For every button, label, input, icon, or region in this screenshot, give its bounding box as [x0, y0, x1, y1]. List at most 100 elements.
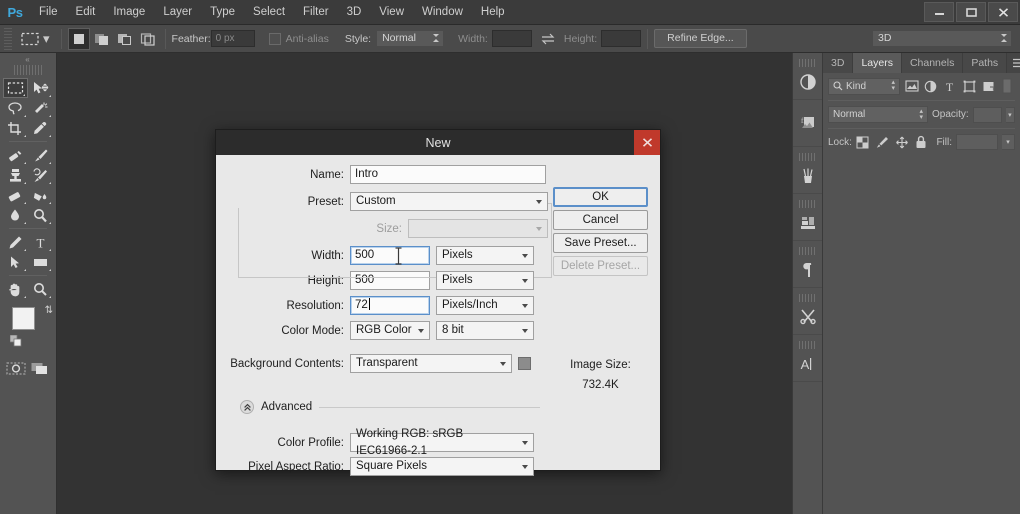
menu-select[interactable]: Select [244, 0, 294, 25]
options-bar-grip[interactable] [4, 28, 12, 50]
new-selection-button[interactable] [68, 28, 90, 50]
lock-all-icon[interactable] [915, 135, 927, 149]
opacity-slider-button[interactable]: ▾ [1006, 107, 1015, 123]
foreground-color-swatch[interactable] [12, 307, 35, 330]
dock-tool-presets[interactable] [793, 288, 822, 335]
menu-type[interactable]: Type [201, 0, 244, 25]
fill-slider-button[interactable]: ▾ [1002, 134, 1015, 150]
blend-mode-select[interactable]: Normal ▴▾ [828, 106, 928, 123]
tool-pen[interactable] [3, 232, 28, 252]
tool-quick-selection[interactable] [28, 98, 53, 118]
close-button[interactable] [988, 2, 1018, 22]
resolution-unit-select[interactable]: Pixels/Inch [436, 296, 534, 315]
filter-smart-objects-button[interactable] [981, 77, 996, 95]
workspace-select[interactable]: 3D [872, 30, 1012, 47]
tab-channels[interactable]: Channels [902, 53, 963, 73]
tool-clone-stamp[interactable] [3, 165, 28, 185]
tool-blur[interactable] [3, 205, 28, 225]
width-unit-select[interactable]: Pixels [436, 246, 534, 265]
color-mode-select[interactable]: RGB Color [350, 321, 430, 340]
resolution-input[interactable]: 72 [350, 296, 430, 315]
swap-arrows-icon[interactable] [540, 32, 556, 46]
tool-horizontal-type[interactable]: T [28, 232, 53, 252]
tab-layers[interactable]: Layers [853, 53, 902, 73]
tool-zoom[interactable] [28, 279, 53, 299]
active-tool-preset-picker[interactable]: ▾ [15, 27, 55, 51]
swap-colors-icon[interactable]: ⇅ [45, 305, 53, 316]
menu-view[interactable]: View [370, 0, 413, 25]
dock-paragraph[interactable] [793, 241, 822, 288]
menu-filter[interactable]: Filter [294, 0, 338, 25]
filter-shape-layers-button[interactable] [962, 77, 977, 95]
selection-width-input[interactable] [492, 30, 532, 47]
opacity-input[interactable] [973, 107, 1002, 123]
menu-file[interactable]: File [30, 0, 67, 25]
background-contents-select[interactable]: Transparent [350, 354, 512, 373]
layer-filter-kind-select[interactable]: Kind ▴▾ [828, 78, 900, 95]
fill-input[interactable] [956, 134, 998, 150]
tool-paint-bucket[interactable] [28, 185, 53, 205]
subtract-from-selection-button[interactable] [114, 28, 136, 50]
tool-brush[interactable] [28, 145, 53, 165]
tool-rectangular-marquee[interactable] [3, 78, 28, 98]
menu-edit[interactable]: Edit [67, 0, 105, 25]
lock-position-icon[interactable] [895, 136, 909, 149]
feather-input[interactable]: 0 px [211, 30, 255, 47]
maximize-button[interactable] [956, 2, 986, 22]
minimize-button[interactable] [924, 2, 954, 22]
bit-depth-select[interactable]: 8 bit [436, 321, 534, 340]
selection-height-input[interactable] [601, 30, 641, 47]
menu-window[interactable]: Window [413, 0, 472, 25]
lock-transparent-pixels-icon[interactable] [856, 136, 869, 149]
dock-styles[interactable]: fx [793, 100, 822, 147]
filter-type-layers-button[interactable]: T [942, 77, 957, 95]
lock-image-pixels-icon[interactable] [875, 136, 889, 149]
menu-help[interactable]: Help [472, 0, 514, 25]
menu-image[interactable]: Image [104, 0, 154, 25]
tool-eraser[interactable] [3, 185, 28, 205]
advanced-toggle-button[interactable] [240, 400, 254, 414]
quick-mask-button[interactable] [6, 361, 26, 381]
name-input[interactable]: Intro [350, 165, 546, 184]
width-input[interactable]: 500 [350, 246, 430, 265]
menu-3d[interactable]: 3D [338, 0, 371, 25]
add-to-selection-button[interactable] [91, 28, 113, 50]
background-color-swatch[interactable] [518, 357, 531, 370]
color-profile-select[interactable]: Working RGB: sRGB IEC61966-2.1 [350, 433, 534, 452]
tools-panel-handle[interactable] [14, 65, 42, 75]
screen-mode-button[interactable] [30, 361, 50, 381]
height-unit-select[interactable]: Pixels [436, 271, 534, 290]
tool-spot-healing-brush[interactable] [3, 145, 28, 165]
tool-hand[interactable] [3, 279, 28, 299]
advanced-section-header[interactable]: Advanced [240, 400, 540, 414]
tool-history-brush[interactable] [28, 165, 53, 185]
tool-dodge[interactable] [28, 205, 53, 225]
menu-layer[interactable]: Layer [154, 0, 201, 25]
tool-path-selection[interactable] [3, 252, 28, 272]
preset-select[interactable]: Custom [350, 192, 548, 211]
dock-character[interactable]: A [793, 335, 822, 382]
filter-toggle-button[interactable] [1000, 77, 1015, 95]
tools-panel-grip[interactable]: « [0, 53, 56, 65]
anti-alias-checkbox[interactable] [269, 33, 281, 45]
tool-crop[interactable] [3, 118, 28, 138]
tool-eyedropper[interactable] [28, 118, 53, 138]
dock-brush-presets[interactable] [793, 147, 822, 194]
dock-adjustments[interactable] [793, 53, 822, 100]
refine-edge-button[interactable]: Refine Edge... [654, 29, 747, 48]
panel-menu-button[interactable] [1007, 53, 1020, 73]
tool-move[interactable] [28, 78, 53, 98]
tool-rectangle-shape[interactable] [28, 252, 53, 272]
color-profile-value: Working RGB: sRGB IEC61966-2.1 [356, 426, 517, 460]
tab-3d[interactable]: 3D [823, 53, 853, 73]
filter-adjustment-layers-button[interactable] [923, 77, 938, 95]
intersect-with-selection-button[interactable] [137, 28, 159, 50]
tool-lasso[interactable] [3, 98, 28, 118]
style-select[interactable]: Normal [376, 30, 444, 47]
default-colors-icon[interactable] [10, 335, 23, 353]
dialog-close-button[interactable] [634, 130, 660, 155]
filter-pixel-layers-button[interactable] [904, 77, 919, 95]
tab-paths[interactable]: Paths [963, 53, 1007, 73]
pixel-aspect-ratio-select[interactable]: Square Pixels [350, 457, 534, 476]
dock-history[interactable] [793, 194, 822, 241]
